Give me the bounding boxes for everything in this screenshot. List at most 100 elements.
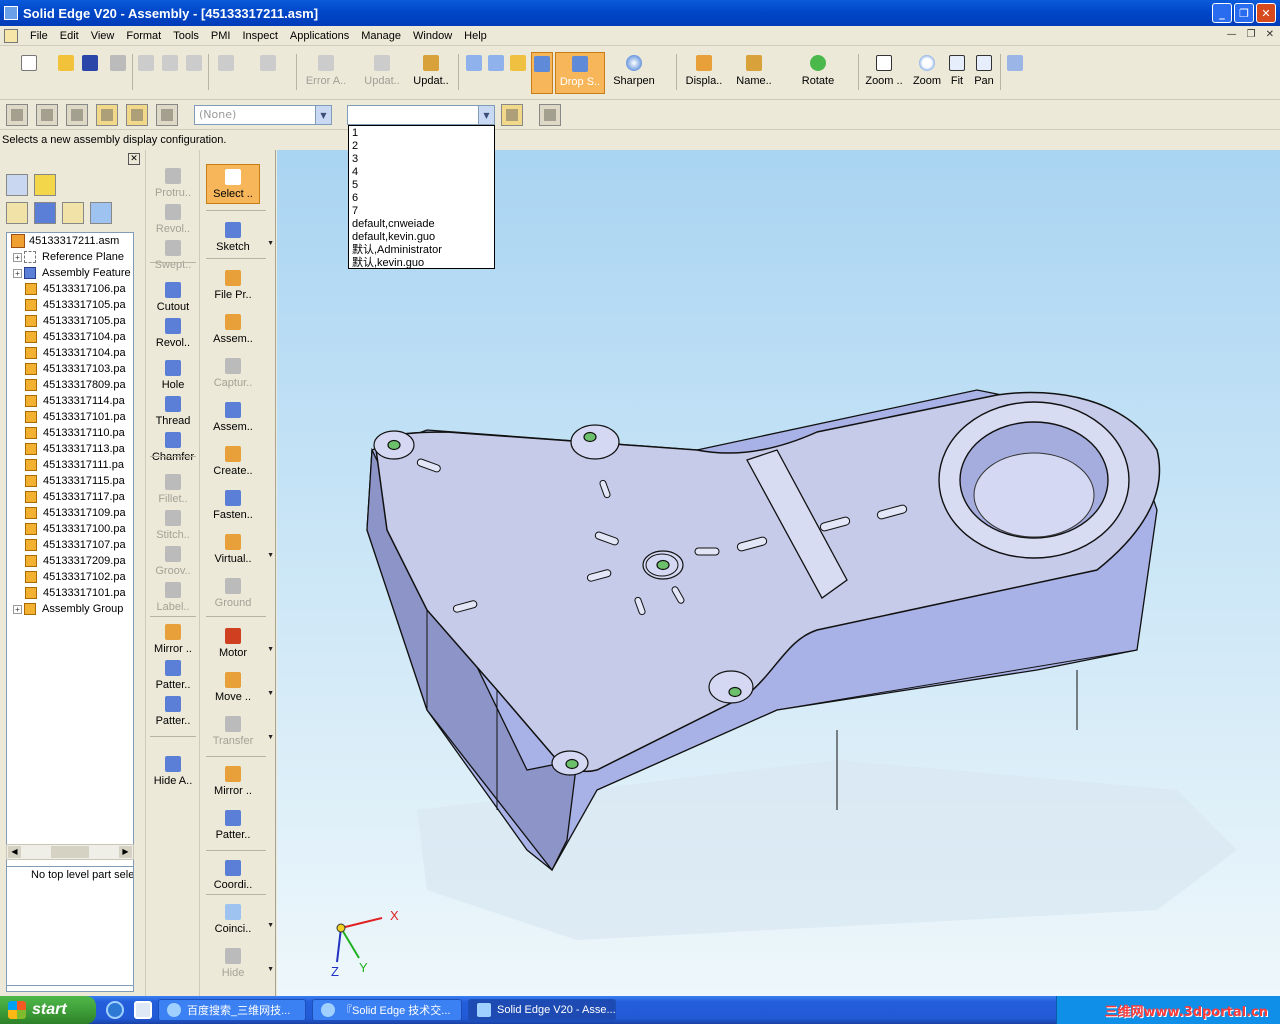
config-manager-button[interactable] (501, 104, 523, 126)
dropdown-option[interactable]: 5 (349, 179, 494, 192)
assemble-button[interactable]: Assem.. (200, 314, 266, 345)
transfer-button[interactable]: Transfer ▼ (200, 716, 274, 747)
layer-combo[interactable]: (None) ▼ (194, 105, 332, 125)
sharpen-button[interactable]: Sharpen (610, 52, 658, 94)
tree-item-part[interactable]: 45133317102.pa (7, 569, 133, 585)
zoom-button[interactable]: Zoom (912, 52, 942, 94)
create-part-button[interactable]: Create.. (200, 446, 266, 477)
cutout-button[interactable]: Cutout (146, 282, 200, 313)
print-button[interactable] (108, 52, 128, 94)
hide-all-button[interactable]: Hide A.. (146, 756, 200, 787)
motor-button[interactable]: Motor ▼ (200, 628, 274, 659)
pattern-along-curve-button[interactable]: Patter.. (146, 696, 200, 727)
tree-item-part[interactable]: 45133317117.pa (7, 489, 133, 505)
undo-button[interactable] (214, 52, 238, 94)
tree-item-part[interactable]: 45133317101.pa (7, 409, 133, 425)
dropdown-option[interactable]: default,kevin.guo (349, 231, 494, 244)
pathfinder-tab-icon[interactable] (6, 202, 28, 224)
shaded-display-button[interactable] (531, 52, 553, 94)
coincident-plane-button[interactable]: Coinci.. ▼ (200, 904, 274, 935)
revolved-protrusion-button[interactable]: Revol.. (146, 204, 200, 235)
menu-help[interactable]: Help (458, 30, 493, 42)
dropdown-option[interactable]: default,cnweiade (349, 218, 494, 231)
ground-button[interactable]: Ground (200, 578, 266, 609)
menu-file[interactable]: File (24, 30, 54, 42)
pattern-button[interactable]: Patter.. (146, 660, 200, 691)
view-front-button[interactable] (486, 52, 506, 94)
start-button[interactable]: start (0, 996, 96, 1024)
chevron-down-icon[interactable]: ▼ (315, 106, 331, 124)
chevron-down-icon[interactable]: ▼ (267, 646, 274, 653)
help-tab-icon[interactable] (34, 174, 56, 196)
view-shaded-button[interactable] (508, 52, 528, 94)
menu-edit[interactable]: Edit (54, 30, 85, 42)
graphics-viewport[interactable]: X Z Y (277, 150, 1280, 996)
mirror-button[interactable]: Mirror .. (146, 624, 200, 655)
stitch-button[interactable]: Stitch.. (146, 510, 200, 541)
scroll-left-icon[interactable]: ◀ (8, 846, 21, 858)
tree-root[interactable]: 45133317211.asm (7, 233, 133, 249)
revolved-cutout-button[interactable]: Revol.. (146, 318, 200, 349)
display-config-combo[interactable]: ▼ (347, 105, 495, 125)
paste-button[interactable] (184, 52, 204, 94)
menu-view[interactable]: View (85, 30, 121, 42)
menu-format[interactable]: Format (120, 30, 167, 42)
save-button[interactable] (80, 52, 100, 94)
update-button[interactable]: Updat.. (408, 52, 454, 94)
taskbar-item-solid-edge[interactable]: Solid Edge V20 - Asse... (468, 999, 616, 1021)
menu-tools[interactable]: Tools (167, 30, 205, 42)
pattern-component-button[interactable]: Patter.. (200, 810, 266, 841)
chamfer-button[interactable]: Chamfer (146, 432, 200, 463)
chevron-down-icon[interactable]: ▼ (267, 922, 274, 929)
error-assistant-button[interactable]: Error A.. (300, 52, 352, 94)
close-icon[interactable]: ✕ (128, 153, 140, 165)
file-properties-button[interactable]: File Pr.. (200, 270, 266, 301)
dropdown-option[interactable]: 默认,kevin.guo (349, 257, 494, 270)
swept-protrusion-button[interactable]: Swept.. (146, 240, 200, 271)
dropdown-option[interactable]: 7 (349, 205, 494, 218)
taskbar-item-baidu[interactable]: 百度搜索_三维网技... (158, 999, 306, 1021)
tree-item-assembly-group[interactable]: + Assembly Group (7, 601, 133, 617)
chevron-down-icon[interactable]: ▼ (267, 552, 274, 559)
tree-item-part[interactable]: 45133317105.pa (7, 313, 133, 329)
expand-icon[interactable]: + (13, 268, 22, 278)
coordinate-system-button[interactable]: Coordi.. (200, 860, 266, 891)
tree-item-part[interactable]: 45133317115.pa (7, 473, 133, 489)
ie-quicklaunch-icon[interactable] (106, 1001, 124, 1019)
document-icon[interactable] (4, 28, 18, 43)
menu-manage[interactable]: Manage (355, 30, 407, 42)
toolbar2-button[interactable] (96, 104, 118, 126)
tree-item-part[interactable]: 45133317109.pa (7, 505, 133, 521)
rotate-button[interactable]: Rotate (796, 52, 840, 94)
tree-item-part[interactable]: 45133317101.pa (7, 585, 133, 601)
fastener-system-button[interactable]: Fasten.. (200, 490, 266, 521)
menu-inspect[interactable]: Inspect (236, 30, 283, 42)
edgebar-tab-icon[interactable] (6, 174, 28, 196)
groove-button[interactable]: Groov.. (146, 546, 200, 577)
assembly-model-view[interactable]: X Z Y (277, 150, 1280, 996)
tree-horizontal-scrollbar[interactable]: ◀ ▶ (6, 844, 134, 860)
tree-item-part[interactable]: 45133317110.pa (7, 425, 133, 441)
toolbar2-button[interactable] (126, 104, 148, 126)
dropdown-option[interactable]: 默认,Administrator (349, 244, 494, 257)
hide-button[interactable]: Hide ▼ (200, 948, 274, 979)
tree-item-part[interactable]: 45133317104.pa (7, 345, 133, 361)
tree-item-part[interactable]: 45133317111.pa (7, 457, 133, 473)
sketch-button[interactable]: Sketch ▼ (200, 222, 274, 253)
pan-button[interactable]: Pan (972, 52, 996, 94)
tree-item-part[interactable]: 45133317114.pa (7, 393, 133, 409)
tree-item-assembly-features[interactable]: + Assembly Feature (7, 265, 133, 281)
toolbar2-button[interactable] (36, 104, 58, 126)
tree-item-part[interactable]: 45133317113.pa (7, 441, 133, 457)
parts-tab-icon[interactable] (62, 202, 84, 224)
tree-item-reference-planes[interactable]: + Reference Plane (7, 249, 133, 265)
restore-button[interactable]: ❐ (1234, 3, 1254, 23)
tree-item-part[interactable]: 45133317209.pa (7, 553, 133, 569)
help-pointer-button[interactable] (1004, 52, 1026, 94)
toolbar2-button[interactable] (66, 104, 88, 126)
zoom-area-button[interactable]: Zoom .. (862, 52, 906, 94)
desktop-quicklaunch-icon[interactable] (134, 1001, 152, 1019)
tree-item-part[interactable]: 45133317105.pa (7, 297, 133, 313)
chevron-down-icon[interactable]: ▼ (267, 734, 274, 741)
cut-button[interactable] (136, 52, 156, 94)
